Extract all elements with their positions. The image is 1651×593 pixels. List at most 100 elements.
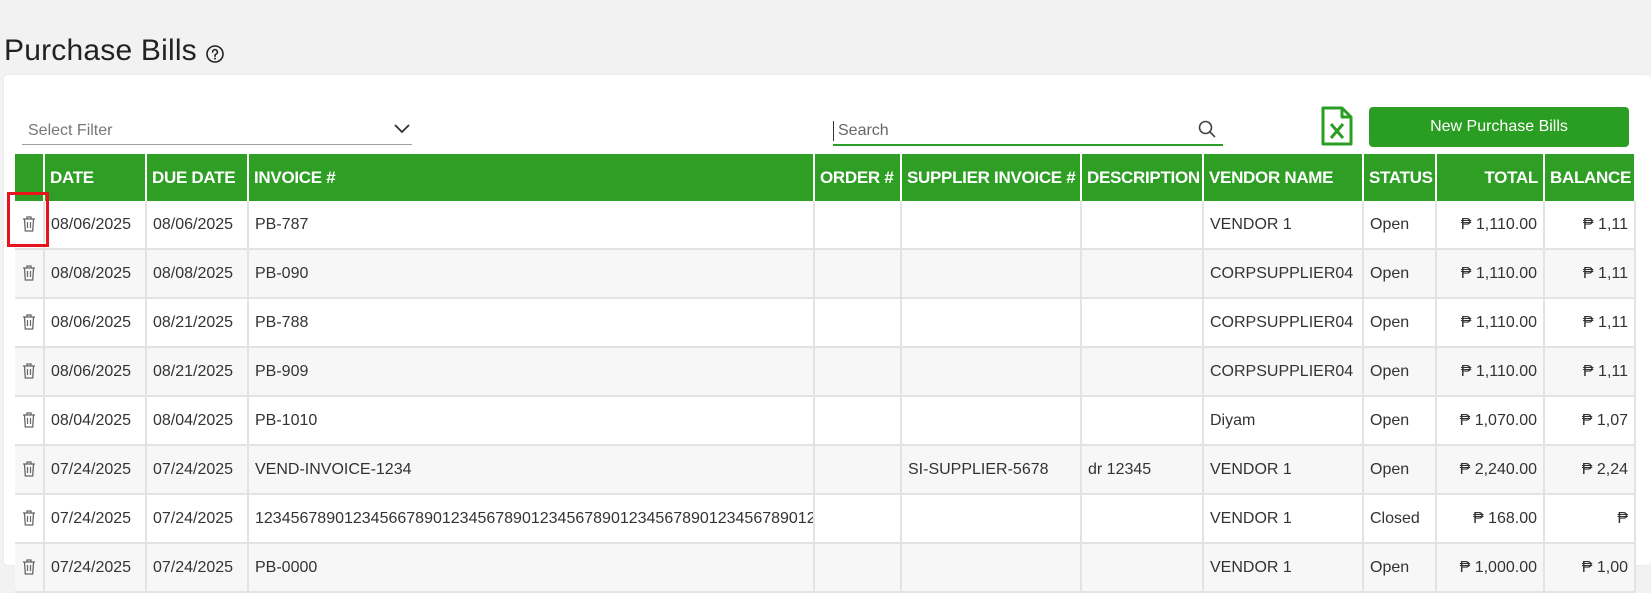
cell-total: ₱ 1,110.00 [1436, 201, 1545, 250]
cell-invoice: VEND-INVOICE-1234 [248, 445, 815, 495]
cell-description [1081, 543, 1204, 593]
cell-total: ₱ 1,000.00 [1436, 543, 1545, 593]
cell-date: 08/08/2025 [44, 249, 147, 299]
search-box[interactable] [833, 118, 1223, 146]
trash-icon[interactable] [20, 558, 38, 578]
search-input[interactable] [833, 121, 1180, 141]
cell-supplier-invoice [901, 543, 1082, 593]
table-row[interactable]: 08/06/2025 08/06/2025 PB-787 VENDOR 1 Open ₱ … [15, 201, 1636, 250]
column-header-supplier-invoice[interactable]: SUPPLIER INVOICE # [901, 154, 1082, 201]
cell-supplier-invoice [901, 494, 1082, 544]
cell-invoice: PB-788 [248, 298, 815, 348]
cell-invoice: PB-787 [248, 201, 815, 250]
cell-total: ₱ 1,070.00 [1436, 396, 1545, 446]
cell-description: dr 12345 [1081, 445, 1204, 495]
cell-description [1081, 396, 1204, 446]
cell-order [814, 396, 902, 446]
page-title: Purchase Bills [4, 34, 225, 68]
cell-date: 07/24/2025 [44, 543, 147, 593]
cell-status: Open [1363, 347, 1437, 397]
column-header-invoice[interactable]: INVOICE # [248, 154, 815, 201]
cell-description [1081, 494, 1204, 544]
trash-icon[interactable] [20, 215, 38, 235]
cell-due-date: 08/04/2025 [146, 396, 249, 446]
trash-icon[interactable] [20, 362, 38, 382]
cell-description [1081, 201, 1204, 250]
select-filter-label: Select Filter [28, 122, 113, 139]
cell-status: Open [1363, 445, 1437, 495]
cell-due-date: 08/21/2025 [146, 298, 249, 348]
cell-vendor-name: VENDOR 1 [1203, 201, 1364, 250]
table-row[interactable]: 07/24/2025 07/24/2025 12345678901234566789… [15, 494, 1636, 544]
cell-order [814, 543, 902, 593]
column-header-balance[interactable]: BALANCE [1544, 154, 1636, 201]
trash-icon[interactable] [20, 460, 38, 480]
column-header-vendor-name[interactable]: VENDOR NAME [1203, 154, 1364, 201]
row-delete-cell [15, 494, 45, 544]
cell-description [1081, 347, 1204, 397]
cell-balance: ₱ 1,00 [1544, 543, 1636, 593]
cell-order [814, 201, 902, 250]
trash-icon[interactable] [20, 411, 38, 431]
table-row[interactable]: 08/06/2025 08/21/2025 PB-788 CORPSUPPLIER04… [15, 298, 1636, 348]
cell-date: 07/24/2025 [44, 445, 147, 495]
cell-status: Open [1363, 298, 1437, 348]
trash-icon[interactable] [20, 509, 38, 529]
table-row[interactable]: 08/06/2025 08/21/2025 PB-909 CORPSUPPLIER04… [15, 347, 1636, 397]
cell-date: 08/06/2025 [44, 347, 147, 397]
search-icon[interactable] [1197, 119, 1217, 144]
row-delete-cell [15, 445, 45, 495]
row-delete-cell [15, 201, 45, 250]
help-icon[interactable] [205, 44, 225, 64]
cell-order [814, 347, 902, 397]
cell-status: Open [1363, 249, 1437, 299]
cell-total: ₱ 1,110.00 [1436, 298, 1545, 348]
column-header-description[interactable]: DESCRIPTION [1081, 154, 1204, 201]
table-row[interactable]: 07/24/2025 07/24/2025 PB-0000 VENDOR 1 Open ₱… [15, 543, 1636, 593]
cell-supplier-invoice [901, 249, 1082, 299]
row-delete-cell [15, 543, 45, 593]
cell-balance: ₱ 1,11 [1544, 201, 1636, 250]
excel-export-icon[interactable] [1319, 105, 1355, 147]
cell-vendor-name: Diyam [1203, 396, 1364, 446]
cell-date: 08/04/2025 [44, 396, 147, 446]
column-header-order[interactable]: ORDER # [814, 154, 902, 201]
cell-supplier-invoice [901, 347, 1082, 397]
trash-icon[interactable] [20, 264, 38, 284]
cell-balance: ₱ 2,24 [1544, 445, 1636, 495]
new-purchase-bills-button[interactable]: New Purchase Bills [1369, 107, 1629, 147]
cell-status: Open [1363, 543, 1437, 593]
cell-date: 07/24/2025 [44, 494, 147, 544]
table-row[interactable]: 08/08/2025 08/08/2025 PB-090 CORPSUPPLIER04… [15, 249, 1636, 299]
cell-description [1081, 298, 1204, 348]
row-delete-cell [15, 298, 45, 348]
select-filter-dropdown[interactable]: Select Filter [22, 118, 412, 145]
cell-date: 08/06/2025 [44, 201, 147, 250]
cell-supplier-invoice [901, 298, 1082, 348]
cell-order [814, 445, 902, 495]
column-header-due-date[interactable]: DUE DATE [146, 154, 249, 201]
cell-order [814, 298, 902, 348]
cell-total: ₱ 1,110.00 [1436, 249, 1545, 299]
cell-status: Open [1363, 201, 1437, 250]
trash-icon[interactable] [20, 313, 38, 333]
chevron-down-icon [392, 122, 412, 141]
cell-due-date: 08/08/2025 [146, 249, 249, 299]
cell-invoice: PB-0000 [248, 543, 815, 593]
row-delete-cell [15, 396, 45, 446]
cell-total: ₱ 1,110.00 [1436, 347, 1545, 397]
table-row[interactable]: 08/04/2025 08/04/2025 PB-1010 Diyam Open ₱ 1,… [15, 396, 1636, 446]
cell-vendor-name: CORPSUPPLIER04 [1203, 298, 1364, 348]
cell-vendor-name: CORPSUPPLIER04 [1203, 249, 1364, 299]
column-header-total[interactable]: TOTAL [1436, 154, 1545, 201]
cell-supplier-invoice [901, 396, 1082, 446]
cell-order [814, 249, 902, 299]
cell-balance: ₱ 1,11 [1544, 249, 1636, 299]
cell-vendor-name: VENDOR 1 [1203, 445, 1364, 495]
column-header-date[interactable]: DATE [44, 154, 147, 201]
cell-vendor-name: VENDOR 1 [1203, 543, 1364, 593]
cell-description [1081, 249, 1204, 299]
column-header-status[interactable]: STATUS [1363, 154, 1437, 201]
table-row[interactable]: 07/24/2025 07/24/2025 VEND-INVOICE-1234 SI-… [15, 445, 1636, 495]
cell-order [814, 494, 902, 544]
